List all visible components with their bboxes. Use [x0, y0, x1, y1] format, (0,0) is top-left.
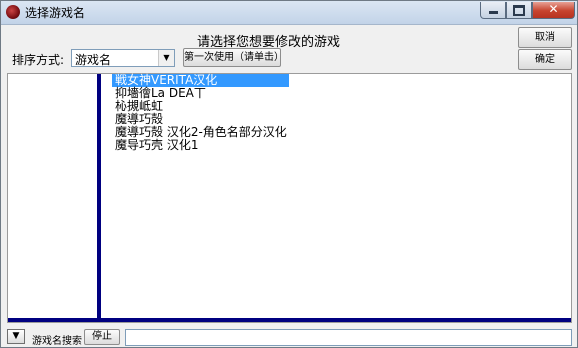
ok-button[interactable]: 确定	[518, 49, 572, 70]
chevron-down-icon[interactable]: ▼	[158, 50, 174, 66]
game-list[interactable]: 戦女神VERITA汉化 抑墻徻La DEA丅 杺摫岻虹 魔導巧殻 魔導巧殻 汉化…	[104, 74, 571, 318]
pane-splitter[interactable]	[97, 74, 101, 322]
search-input[interactable]	[125, 329, 572, 346]
close-button[interactable]: ✕	[532, 2, 575, 19]
close-icon: ✕	[548, 2, 559, 16]
main-panel: 戦女神VERITA汉化 抑墻徻La DEA丅 杺摫岻虹 魔導巧殻 魔導巧殻 汉化…	[7, 73, 572, 323]
title-bar[interactable]: 选择游戏名 ✕	[1, 1, 577, 25]
sort-select[interactable]: 游戏名 ▼	[71, 49, 175, 67]
triangle-down-icon: ▼	[12, 331, 20, 341]
sort-label: 排序方式:	[12, 53, 65, 67]
dropdown-toggle-button[interactable]: ▼	[7, 329, 25, 344]
sort-select-value: 游戏名	[75, 53, 112, 67]
window-title: 选择游戏名	[25, 6, 86, 20]
first-use-button[interactable]: 第一次使用（请单击）	[183, 48, 284, 67]
stop-button[interactable]: 停止	[84, 329, 120, 345]
app-icon	[6, 5, 20, 19]
maximize-icon	[513, 5, 525, 16]
maximize-button[interactable]	[506, 2, 532, 19]
cancel-button[interactable]: 取消	[518, 27, 572, 48]
search-label: 游戏名搜索	[32, 336, 82, 347]
list-item[interactable]: 魔导巧壳 汉化1	[112, 139, 198, 152]
minimize-button[interactable]	[480, 2, 506, 19]
minimize-icon	[488, 11, 498, 14]
game-select-window: 选择游戏名 ✕ 请选择您想要修改的游戏 排序方式: 游戏名 ▼ 第一次使用（请单…	[0, 0, 578, 348]
left-pane[interactable]	[8, 74, 96, 322]
bottom-stripe	[8, 318, 571, 322]
